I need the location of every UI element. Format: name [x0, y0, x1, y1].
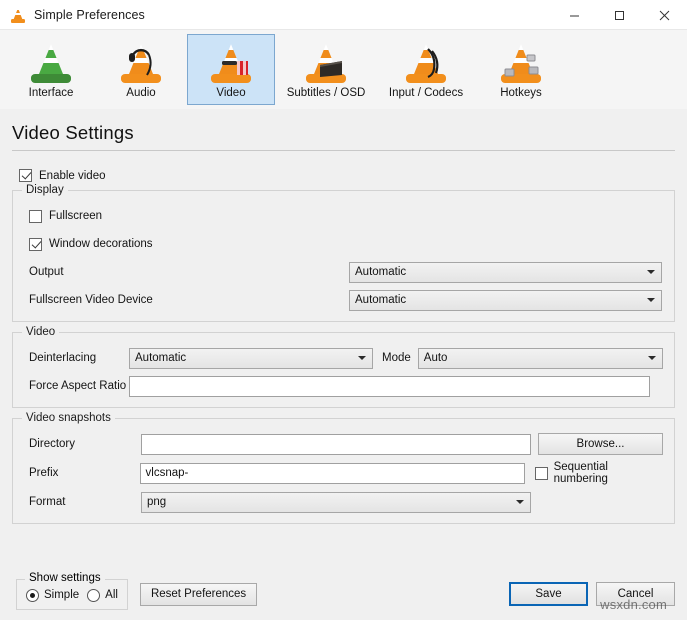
snapshot-format-select[interactable]: png [141, 491, 531, 513]
close-icon[interactable] [642, 0, 687, 30]
page-title: Video Settings [12, 122, 134, 143]
vlc-cone-interface-icon [29, 41, 73, 83]
page-title-divider [12, 150, 675, 151]
window-title: Simple Preferences [34, 7, 145, 22]
deinterlacing-value: Automatic [135, 352, 187, 364]
snapshot-prefix-label: Prefix [29, 467, 59, 479]
fullscreen-label: Fullscreen [49, 210, 103, 222]
snapshot-format-label: Format [29, 496, 66, 508]
window-decorations-row[interactable]: Window decorations [29, 233, 664, 255]
preferences-toolbar: Interface Audio Video Subtitles / OSD In… [0, 30, 687, 110]
fullscreen-video-device-select[interactable]: Automatic [349, 289, 662, 311]
chevron-down-icon [358, 356, 366, 360]
all-radio[interactable] [87, 588, 101, 602]
tab-input-codecs-label: Input / Codecs [388, 86, 464, 99]
simple-radio-label: Simple [44, 589, 80, 601]
deinterlacing-label: Deinterlacing [29, 352, 97, 364]
title-bar: Simple Preferences [0, 0, 687, 30]
tab-audio-label: Audio [126, 86, 156, 99]
footer-actions: Save Cancel wsxdn.com [509, 582, 675, 612]
tab-interface[interactable]: Interface [7, 34, 95, 105]
tab-hotkeys[interactable]: Hotkeys [477, 34, 565, 105]
snapshot-prefix-row: Prefix vlcsnap- Sequential numbering [29, 461, 664, 485]
snapshot-directory-row: Directory Browse... [29, 433, 664, 455]
mode-label: Mode [382, 352, 411, 364]
force-aspect-ratio-label: Force Aspect Ratio [29, 380, 127, 392]
show-settings-group: Show settings Simple All [16, 571, 128, 610]
force-aspect-ratio-row: Force Aspect Ratio [29, 375, 664, 397]
vlc-cone-input-icon [404, 41, 448, 83]
show-settings-legend: Show settings [25, 571, 105, 584]
show-settings-radios: Simple All [26, 588, 118, 602]
chevron-down-icon [647, 298, 655, 302]
tab-video-label: Video [216, 86, 246, 99]
fullscreen-row[interactable]: Fullscreen [29, 205, 664, 227]
show-settings-all[interactable]: All [87, 588, 118, 602]
deinterlacing-select[interactable]: Automatic [129, 347, 373, 369]
cancel-button[interactable]: Cancel [596, 582, 675, 606]
minimize-icon[interactable] [552, 0, 597, 30]
reset-preferences-button[interactable]: Reset Preferences [139, 582, 258, 606]
fullscreen-video-device-row: Fullscreen Video Device Automatic [29, 289, 664, 311]
window-controls [552, 0, 687, 30]
settings-content: Enable video Display Fullscreen Window d… [0, 169, 687, 524]
output-row: Output Automatic [29, 261, 664, 283]
snapshot-directory-label: Directory [29, 438, 76, 450]
snapshot-format-value: png [147, 496, 167, 508]
force-aspect-ratio-input[interactable] [129, 375, 650, 397]
video-group: Video Deinterlacing Automatic Mode Auto … [12, 326, 675, 408]
dialog-footer: Show settings Simple All Reset Preferenc… [0, 568, 687, 620]
snapshot-prefix-input[interactable]: vlcsnap- [139, 462, 525, 484]
output-select-value: Automatic [355, 266, 407, 278]
video-snapshots-group: Video snapshots Directory Browse... Pref… [12, 412, 675, 524]
snapshot-directory-input[interactable] [141, 433, 531, 455]
mode-select[interactable]: Auto [417, 347, 663, 369]
output-select[interactable]: Automatic [349, 261, 662, 283]
deinterlacing-row: Deinterlacing Automatic Mode Auto [29, 347, 664, 369]
vlc-cone-hotkeys-icon [499, 41, 543, 83]
chevron-down-icon [516, 500, 524, 504]
chevron-down-icon [647, 270, 655, 274]
enable-video-label: Enable video [39, 169, 106, 182]
window-decorations-checkbox[interactable] [29, 237, 42, 251]
simple-radio[interactable] [26, 588, 39, 602]
fullscreen-checkbox[interactable] [29, 209, 42, 223]
tab-input-codecs[interactable]: Input / Codecs [377, 34, 475, 105]
chevron-down-icon [647, 356, 656, 360]
display-group-legend: Display [22, 184, 68, 196]
display-group: Display Fullscreen Window decorations Ou… [12, 184, 675, 322]
tab-interface-label: Interface [28, 86, 74, 99]
enable-video-row[interactable]: Enable video [19, 169, 675, 182]
show-settings-simple[interactable]: Simple [26, 588, 80, 602]
vlc-cone-subtitles-icon [304, 41, 348, 83]
snapshot-format-row: Format png [29, 491, 664, 513]
video-snapshots-group-legend: Video snapshots [22, 412, 115, 424]
save-button[interactable]: Save [509, 582, 588, 606]
tab-subtitles-osd[interactable]: Subtitles / OSD [277, 34, 375, 105]
tab-subtitles-osd-label: Subtitles / OSD [286, 86, 366, 99]
sequential-numbering-checkbox[interactable] [534, 466, 548, 480]
vlc-cone-audio-icon [119, 41, 163, 83]
mode-value: Auto [423, 352, 448, 364]
fullscreen-video-device-value: Automatic [355, 294, 407, 306]
vlc-cone-video-icon [209, 41, 253, 83]
tab-video[interactable]: Video [187, 34, 275, 105]
all-radio-label: All [105, 589, 118, 601]
sequential-numbering-label: Sequential numbering [553, 461, 608, 485]
window-decorations-label: Window decorations [49, 238, 153, 250]
browse-button[interactable]: Browse... [538, 433, 663, 455]
fullscreen-video-device-label: Fullscreen Video Device [29, 294, 153, 306]
tab-hotkeys-label: Hotkeys [500, 86, 542, 99]
maximize-icon[interactable] [597, 0, 642, 30]
page-header: Video Settings [0, 110, 687, 157]
output-label: Output [29, 266, 64, 278]
enable-video-checkbox[interactable] [19, 169, 32, 182]
video-group-legend: Video [22, 326, 60, 338]
tab-audio[interactable]: Audio [97, 34, 185, 105]
vlc-cone-icon [10, 7, 26, 23]
